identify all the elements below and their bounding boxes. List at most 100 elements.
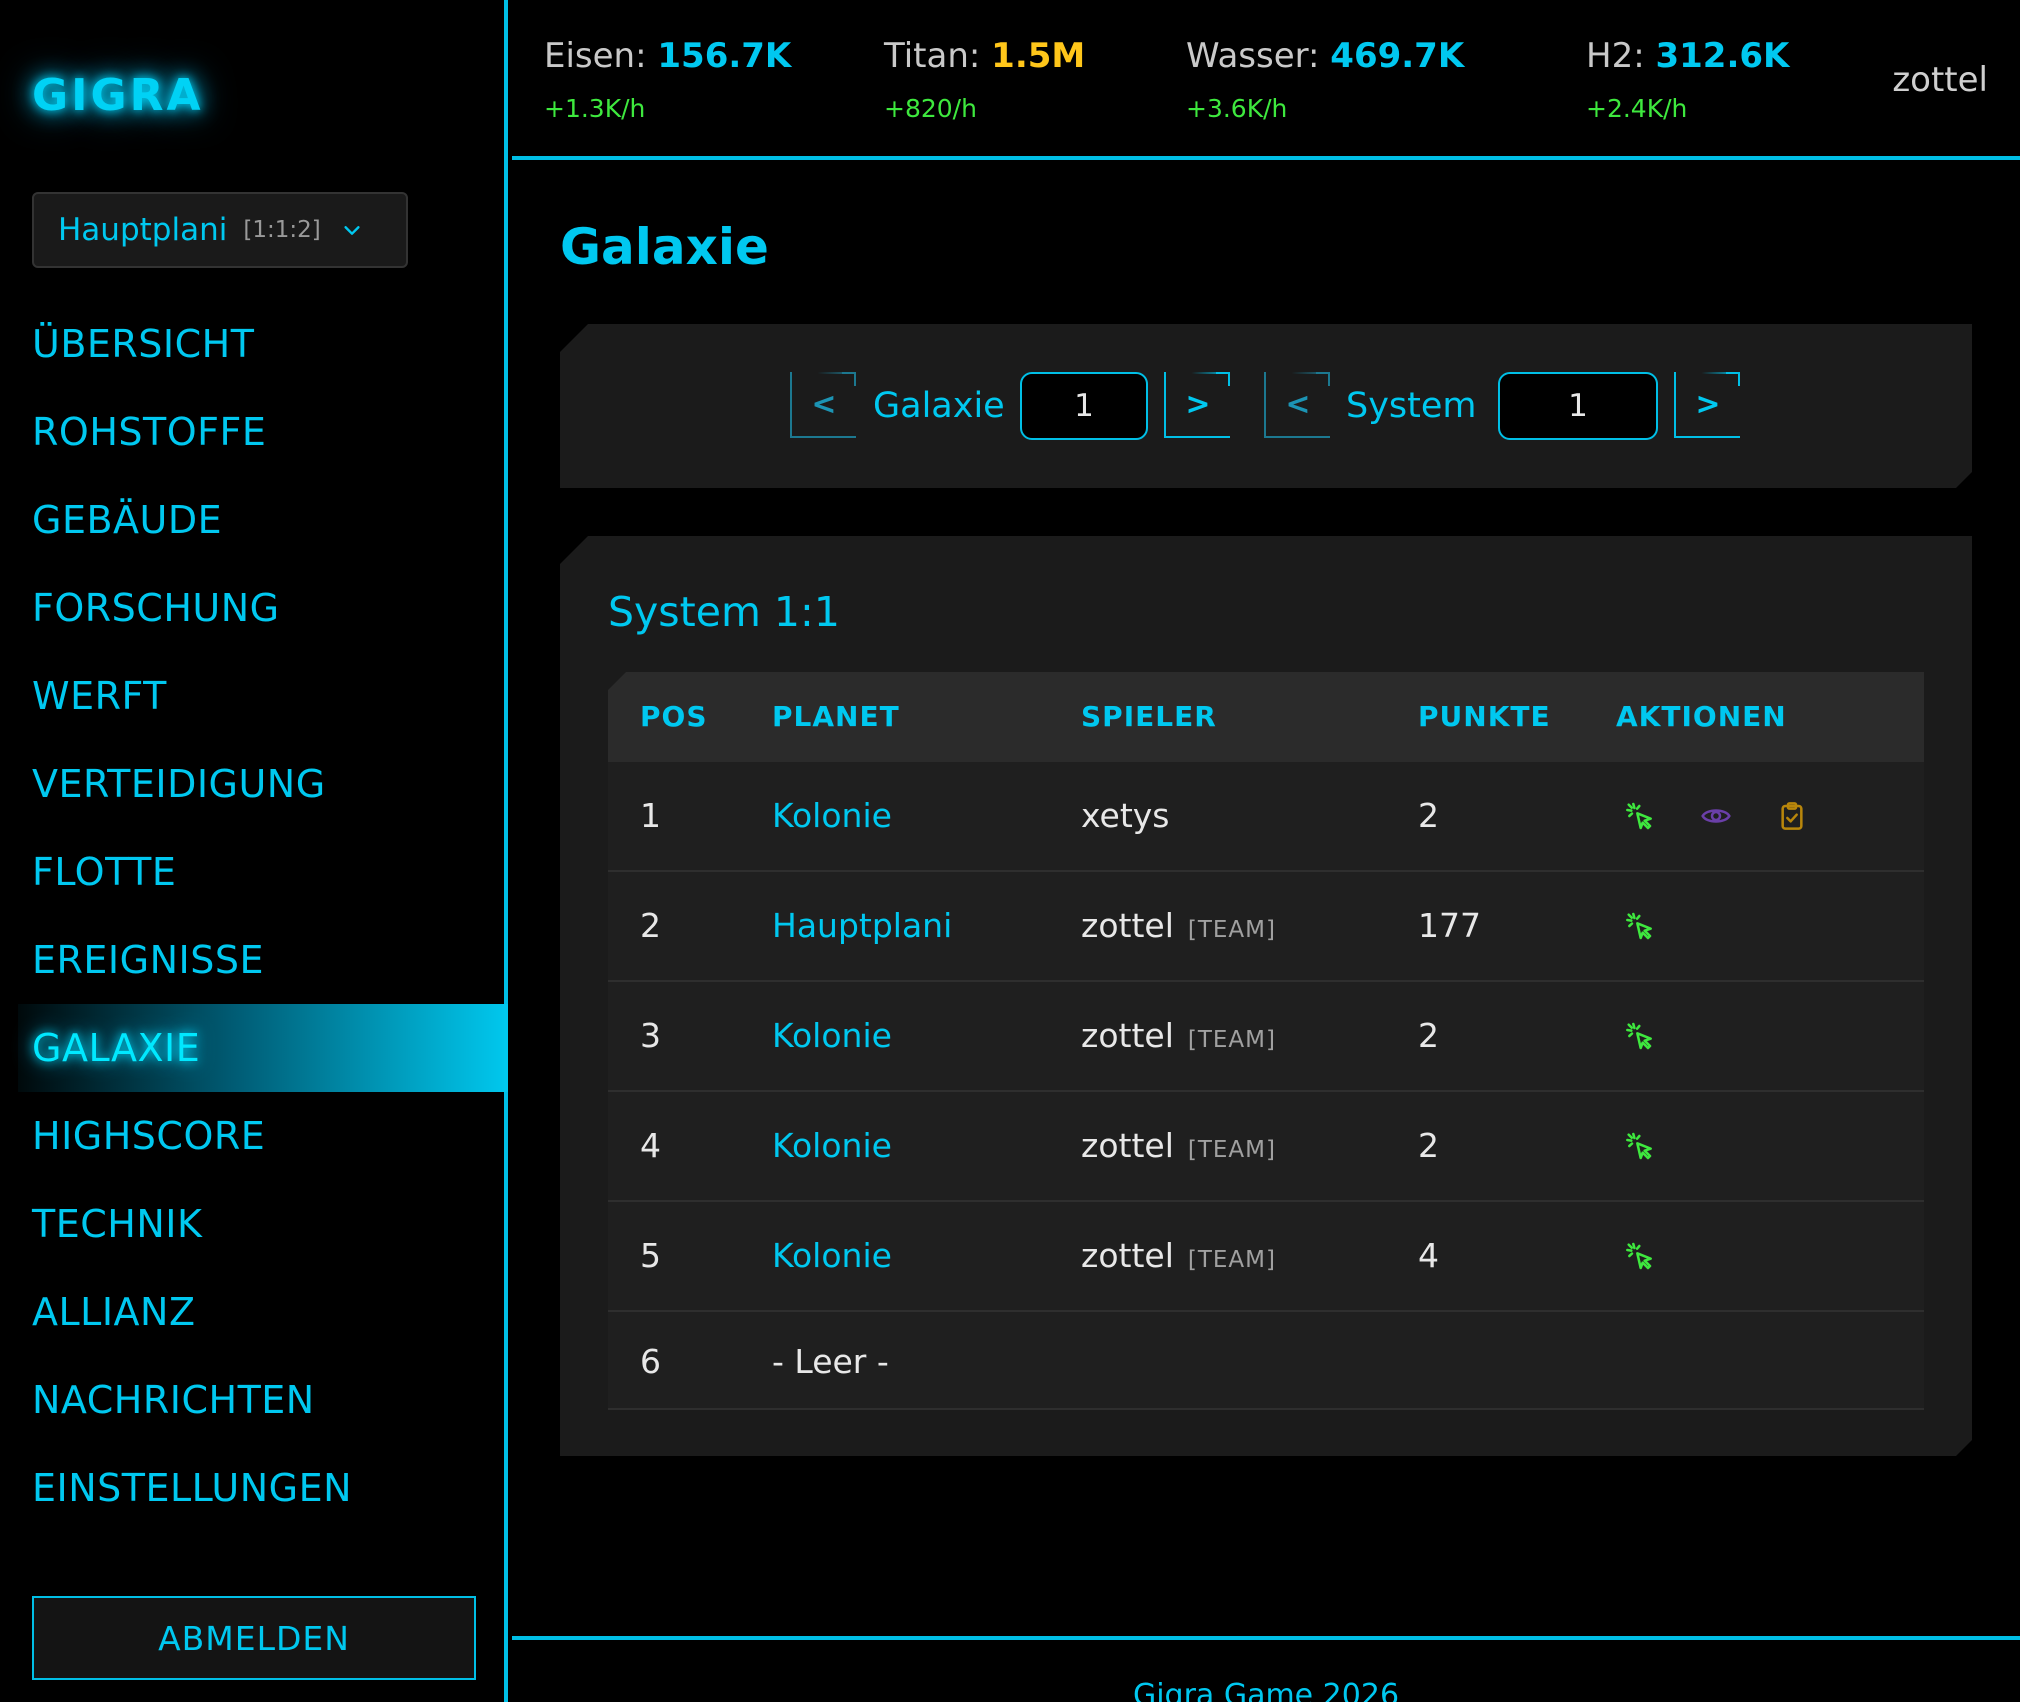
row-planet-link[interactable]: Hauptplani <box>772 906 952 945</box>
nav-item-allianz[interactable]: ALLIANZ <box>0 1268 508 1356</box>
system-input[interactable]: 1 <box>1498 372 1658 440</box>
row-points: 177 <box>1418 906 1481 945</box>
nav-item-uebersicht[interactable]: ÜBERSICHT <box>0 300 508 388</box>
galaxy-next-button[interactable]: > <box>1164 372 1230 438</box>
nav-item-highscore[interactable]: HIGHSCORE <box>0 1092 508 1180</box>
resource-value: 469.7K <box>1330 36 1465 76</box>
table-header: POS PLANET SPIELER PUNKTE AKTIONEN <box>608 672 1924 762</box>
resource-wasser: Wasser: 469.7K +3.6K/h <box>1186 36 1464 123</box>
resource-value: 312.6K <box>1655 36 1790 76</box>
resource-titan: Titan: 1.5M +820/h <box>884 36 1085 123</box>
nav-item-werft[interactable]: WERFT <box>0 652 508 740</box>
nav-item-ereignisse[interactable]: EREIGNISSE <box>0 916 508 1004</box>
resource-label: Wasser: <box>1186 36 1320 76</box>
cursor-click-icon[interactable] <box>1624 800 1656 832</box>
username[interactable]: zottel <box>1892 60 1988 100</box>
row-pos: 3 <box>640 1016 661 1055</box>
alliance-tag: [TEAM] <box>1187 917 1276 943</box>
row-empty-label: - Leer - <box>772 1342 889 1381</box>
row-player-name: zottel <box>1081 1016 1174 1055</box>
nav-item-verteidigung[interactable]: VERTEIDIGUNG <box>0 740 508 828</box>
chevron-down-icon <box>344 226 360 235</box>
galaxy-nav-controls: < Galaxie 1 > < System 1 > <box>512 372 2020 444</box>
alliance-tag: [TEAM] <box>1187 1247 1276 1273</box>
main-nav: ÜBERSICHT ROHSTOFFE GEBÄUDE FORSCHUNG WE… <box>0 300 508 1532</box>
resource-rate: +1.3K/h <box>544 94 646 123</box>
col-punkte: PUNKTE <box>1418 700 1551 733</box>
nav-item-rohstoffe[interactable]: ROHSTOFFE <box>0 388 508 476</box>
row-pos: 2 <box>640 906 661 945</box>
col-pos: POS <box>640 700 708 733</box>
row-player-name: zottel <box>1081 906 1174 945</box>
eye-icon[interactable] <box>1700 800 1732 832</box>
cursor-click-icon[interactable] <box>1624 1020 1656 1052</box>
planet-select-name: Hauptplani <box>58 212 228 248</box>
nav-item-nachrichten[interactable]: NACHRICHTEN <box>0 1356 508 1444</box>
nav-item-einstellungen[interactable]: EINSTELLUNGEN <box>0 1444 508 1532</box>
resource-rate: +820/h <box>884 94 977 123</box>
col-planet: PLANET <box>772 700 900 733</box>
nav-item-forschung[interactable]: FORSCHUNG <box>0 564 508 652</box>
resource-h2: H2: 312.6K +2.4K/h <box>1586 36 1789 123</box>
cursor-click-icon[interactable] <box>1624 1130 1656 1162</box>
row-planet-link[interactable]: Kolonie <box>772 1016 892 1055</box>
row-points: 2 <box>1418 1126 1439 1165</box>
row-planet-link[interactable]: Kolonie <box>772 796 892 835</box>
row-pos: 4 <box>640 1126 661 1165</box>
system-title: System 1:1 <box>608 588 840 636</box>
footer: Gigra Game 2026 <box>512 1636 2020 1702</box>
table-row: 3 Kolonie zottel [TEAM] 2 <box>608 982 1924 1092</box>
row-planet-link[interactable]: Kolonie <box>772 1236 892 1275</box>
table-row: 2 Hauptplani zottel [TEAM] 177 <box>608 872 1924 982</box>
system-next-button[interactable]: > <box>1674 372 1740 438</box>
row-player[interactable]: zottel [TEAM] <box>1081 906 1276 945</box>
planet-select-coords: [1:1:2] <box>243 217 321 243</box>
row-player[interactable]: zottel [TEAM] <box>1081 1016 1276 1055</box>
row-player[interactable]: zottel [TEAM] <box>1081 1126 1276 1165</box>
row-points: 2 <box>1418 796 1439 835</box>
row-player-name: zottel <box>1081 1126 1174 1165</box>
row-pos: 5 <box>640 1236 661 1275</box>
alliance-tag: [TEAM] <box>1187 1027 1276 1053</box>
table-row: 5 Kolonie zottel [TEAM] 4 <box>608 1202 1924 1312</box>
galaxy-label: Galaxie <box>873 386 1005 426</box>
col-spieler: SPIELER <box>1081 700 1217 733</box>
col-aktionen: AKTIONEN <box>1616 700 1787 733</box>
nav-item-flotte[interactable]: FLOTTE <box>0 828 508 916</box>
row-player-name: zottel <box>1081 1236 1174 1275</box>
row-pos: 6 <box>640 1342 661 1381</box>
app-root: GIGRA Hauptplani [1:1:2] ÜBERSICHT ROHST… <box>0 0 2020 1702</box>
clipboard-check-icon[interactable] <box>1776 800 1808 832</box>
nav-item-galaxie[interactable]: GALAXIE <box>18 1004 508 1092</box>
logo: GIGRA <box>32 70 204 121</box>
row-player-name: xetys <box>1081 796 1170 835</box>
planet-select[interactable]: Hauptplani [1:1:2] <box>32 192 408 268</box>
table-row-empty: 6 - Leer - <box>608 1312 1924 1410</box>
row-pos: 1 <box>640 796 661 835</box>
resource-value: 156.7K <box>657 36 792 76</box>
table-row: 1 Kolonie xetys 2 <box>608 762 1924 872</box>
resource-rate: +3.6K/h <box>1186 94 1288 123</box>
resource-bar: Eisen: 156.7K +1.3K/h Titan: 1.5M +820/h… <box>512 0 2020 160</box>
cursor-click-icon[interactable] <box>1624 910 1656 942</box>
row-points: 4 <box>1418 1236 1439 1275</box>
alliance-tag: [TEAM] <box>1187 1137 1276 1163</box>
galaxy-input[interactable]: 1 <box>1020 372 1148 440</box>
row-planet-link[interactable]: Kolonie <box>772 1126 892 1165</box>
nav-item-gebaeude[interactable]: GEBÄUDE <box>0 476 508 564</box>
row-player[interactable]: xetys <box>1081 796 1169 835</box>
resource-rate: +2.4K/h <box>1586 94 1688 123</box>
cursor-click-icon[interactable] <box>1624 1240 1656 1272</box>
system-prev-button[interactable]: < <box>1264 372 1330 438</box>
system-table: POS PLANET SPIELER PUNKTE AKTIONEN 1 Kol… <box>608 672 1924 1410</box>
resource-eisen: Eisen: 156.7K +1.3K/h <box>544 36 791 123</box>
logout-button[interactable]: ABMELDEN <box>32 1596 476 1680</box>
page-title: Galaxie <box>560 218 769 276</box>
row-player[interactable]: zottel [TEAM] <box>1081 1236 1276 1275</box>
resource-value: 1.5M <box>991 36 1086 76</box>
resource-label: Titan: <box>884 36 981 76</box>
sidebar: GIGRA Hauptplani [1:1:2] ÜBERSICHT ROHST… <box>0 0 508 1702</box>
footer-text: Gigra Game 2026 <box>1132 1678 1400 1702</box>
nav-item-technik[interactable]: TECHNIK <box>0 1180 508 1268</box>
galaxy-prev-button[interactable]: < <box>790 372 856 438</box>
